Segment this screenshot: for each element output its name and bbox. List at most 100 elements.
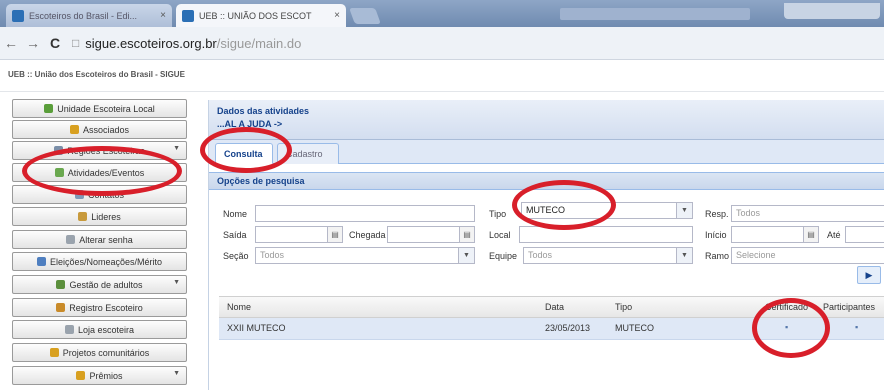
saida-date-input[interactable]: ▤: [255, 226, 343, 243]
chevron-down-icon[interactable]: ▼: [676, 248, 692, 263]
project-icon: [49, 348, 59, 357]
favicon-icon: [12, 9, 24, 22]
saida-label: Saída: [223, 230, 247, 240]
chevron-down-icon[interactable]: ▼: [458, 248, 474, 263]
sidebar-item-label: Projetos comunitários: [62, 347, 150, 358]
resp-placeholder: Todos: [736, 208, 761, 218]
url-path: /sigue/main.do: [216, 35, 302, 51]
ramo-select[interactable]: Selecione: [731, 247, 884, 264]
url-domain: sigue.escoteiros.org.br: [85, 35, 217, 51]
contacts-icon: [74, 190, 84, 199]
sidebar-item-unidade[interactable]: Unidade Escoteira Local: [12, 99, 187, 118]
trophy-icon: [76, 371, 86, 380]
secao-select[interactable]: Todos ▼: [255, 247, 475, 264]
sidebar-item-projetos[interactable]: Projetos comunitários: [12, 343, 187, 362]
close-tab-icon[interactable]: ×: [334, 10, 340, 21]
sidebar-item-label: Regiões Escoteiras: [67, 145, 145, 156]
column-header-data[interactable]: Data: [545, 302, 564, 312]
local-input[interactable]: [519, 226, 693, 243]
filter-section-title: Opções de pesquisa: [209, 172, 884, 190]
chevron-down-icon[interactable]: ▼: [676, 203, 692, 218]
back-button[interactable]: ←: [0, 35, 22, 51]
column-header-certificado[interactable]: Certificado: [765, 302, 808, 312]
certificate-icon[interactable]: ▪: [785, 322, 788, 332]
sidebar-item-eleicoes[interactable]: Eleições/Nomeações/Mérito: [12, 252, 187, 271]
resp-select[interactable]: Todos: [731, 205, 884, 222]
new-tab-button[interactable]: [349, 8, 381, 24]
table-row[interactable]: XXII MUTECO 23/05/2013 MUTECO ▪ ▪: [219, 318, 884, 340]
equipe-select[interactable]: Todos ▼: [523, 247, 693, 264]
chevron-down-icon: ▼: [173, 145, 180, 152]
window-title-blur: [560, 8, 750, 20]
map-icon: [54, 146, 64, 155]
calendar-icon[interactable]: ▤: [803, 227, 818, 242]
tipo-label: Tipo: [489, 209, 507, 219]
column-header-tipo[interactable]: Tipo: [615, 302, 632, 312]
ramo-label: Ramo: [705, 251, 730, 261]
sidebar-item-associados[interactable]: Associados: [12, 120, 187, 139]
sidebar-item-label: Alterar senha: [79, 234, 133, 245]
chevron-down-icon: ▼: [173, 279, 180, 286]
calendar-icon[interactable]: ▤: [459, 227, 474, 242]
resp-label: Resp.: [705, 209, 729, 219]
ramo-placeholder: Selecione: [736, 250, 776, 260]
participants-icon[interactable]: ▪: [855, 322, 858, 332]
sidebar-item-label: Associados: [82, 124, 130, 135]
cell-tipo: MUTECO: [615, 323, 654, 333]
gear-icon: [56, 280, 66, 289]
sidebar-item-gestao-adultos[interactable]: Gestão de adultos ▼: [12, 275, 187, 294]
inicio-date-input[interactable]: ▤: [731, 226, 819, 243]
grid-header: Nome Data Tipo Certificado Participantes: [219, 296, 884, 318]
sidebar-item-regioes[interactable]: Regiões Escoteiras ▼: [12, 141, 187, 160]
nome-label: Nome: [223, 209, 248, 219]
sidebar-item-alterar-senha[interactable]: Alterar senha: [12, 230, 187, 249]
nome-input[interactable]: [255, 205, 475, 222]
sidebar-item-label: Unidade Escoteira Local: [57, 103, 155, 114]
column-header-participantes[interactable]: Participantes: [823, 302, 875, 312]
window-controls[interactable]: [784, 3, 880, 19]
sidebar-item-loja[interactable]: Loja escoteira: [12, 320, 187, 339]
equipe-placeholder: Todos: [528, 250, 553, 260]
close-tab-icon[interactable]: ×: [160, 10, 166, 21]
sidebar-item-registro[interactable]: Registro Escoteiro: [12, 298, 187, 317]
address-bar[interactable]: sigue.escoteiros.org.br/sigue/main.do: [85, 36, 301, 51]
tab-cadastro[interactable]: Cadastro: [277, 143, 339, 164]
inicio-label: Início: [705, 230, 727, 240]
equipe-label: Equipe: [489, 251, 518, 261]
local-label: Local: [489, 230, 511, 240]
browser-tab-bar: Escoteiros do Brasil - Edi... × UEB :: U…: [0, 0, 884, 27]
search-button[interactable]: ▶: [857, 266, 881, 284]
reload-button[interactable]: C: [44, 35, 66, 51]
chevron-down-icon: ▼: [173, 370, 180, 377]
leader-icon: [78, 212, 88, 221]
sidebar-item-lideres[interactable]: Lideres: [12, 207, 187, 226]
sidebar-item-label: Loja escoteira: [77, 324, 135, 335]
sidebar-item-atividades[interactable]: Atividades/Eventos: [12, 163, 187, 182]
store-icon: [64, 325, 74, 334]
forward-button[interactable]: →: [22, 35, 44, 51]
browser-tab-escoteiros[interactable]: Escoteiros do Brasil - Edi... ×: [6, 4, 172, 27]
tab-consulta[interactable]: Consulta: [215, 143, 273, 164]
panel-title: Dados das atividades: [217, 106, 310, 116]
lock-icon: [66, 235, 76, 244]
screenshot-root: Escoteiros do Brasil - Edi... × UEB :: U…: [0, 0, 884, 390]
ate-date-input[interactable]: [845, 226, 884, 243]
tipo-select[interactable]: MUTECO ▼: [521, 202, 693, 219]
chegada-date-input[interactable]: ▤: [387, 226, 475, 243]
calendar-icon: [54, 168, 64, 177]
panel-header: Dados das atividades ...AL A JUDA ->: [209, 100, 884, 140]
sidebar-item-contatos[interactable]: Contatos: [12, 185, 187, 204]
award-icon: [36, 257, 46, 266]
sidebar-item-label: Contatos: [87, 189, 125, 200]
app-header: UEB :: União dos Escoteiros do Brasil - …: [0, 60, 884, 92]
sidebar-item-label: Lideres: [91, 211, 121, 222]
calendar-icon[interactable]: ▤: [327, 227, 342, 242]
main-panel: Dados das atividades ...AL A JUDA -> Con…: [208, 100, 884, 390]
browser-tab-ueb[interactable]: UEB :: UNIÃO DOS ESCOT ×: [176, 4, 346, 27]
tipo-value: MUTECO: [526, 205, 565, 215]
secao-placeholder: Todos: [260, 250, 285, 260]
sidebar-item-premios[interactable]: Prêmios ▼: [12, 366, 187, 385]
breadcrumb: ...AL A JUDA ->: [217, 119, 283, 129]
column-header-nome[interactable]: Nome: [227, 302, 251, 312]
sidebar-item-label: Atividades/Eventos: [67, 167, 145, 178]
